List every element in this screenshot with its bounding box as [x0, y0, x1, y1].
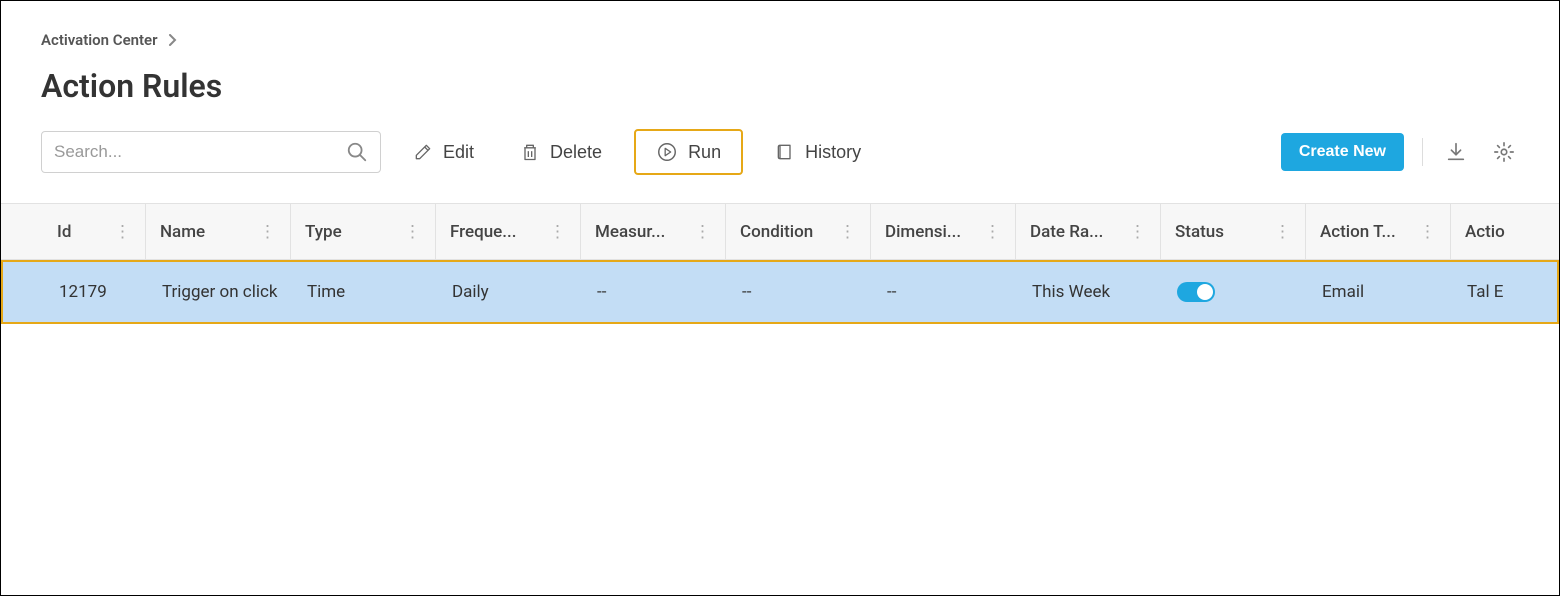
search-box[interactable] [41, 131, 381, 173]
col-header-frequency-label: Freque... [450, 222, 543, 242]
col-header-name[interactable]: Name ⋮ [146, 204, 291, 259]
delete-label: Delete [550, 142, 602, 163]
col-header-action-type[interactable]: Action T... ⋮ [1306, 204, 1451, 259]
breadcrumb-parent[interactable]: Activation Center [41, 31, 158, 49]
col-header-status-label: Status [1175, 222, 1268, 242]
column-menu-icon[interactable]: ⋮ [259, 222, 276, 242]
col-header-action-label: Actio [1465, 222, 1537, 242]
column-menu-icon[interactable]: ⋮ [1274, 222, 1291, 242]
column-menu-icon[interactable]: ⋮ [1129, 222, 1146, 242]
cell-id: 12179 [3, 262, 148, 322]
run-button[interactable]: Run [634, 129, 743, 175]
col-header-dimension[interactable]: Dimensi... ⋮ [871, 204, 1016, 259]
rules-table: Id ⋮ Name ⋮ Type ⋮ Freque... ⋮ Measur... ⋮ Co… [1, 203, 1559, 324]
column-menu-icon[interactable]: ⋮ [839, 222, 856, 242]
col-header-id-label: Id [57, 222, 108, 242]
search-icon [346, 141, 368, 163]
run-label: Run [688, 142, 721, 163]
cell-type: Time [293, 262, 438, 322]
play-circle-icon [656, 141, 678, 163]
column-menu-icon[interactable]: ⋮ [694, 222, 711, 242]
column-menu-icon[interactable]: ⋮ [404, 222, 421, 242]
history-label: History [805, 142, 861, 163]
col-header-dimension-label: Dimensi... [885, 222, 978, 242]
col-header-condition-label: Condition [740, 222, 833, 242]
col-header-status[interactable]: Status ⋮ [1161, 204, 1306, 259]
col-header-action-type-label: Action T... [1320, 222, 1413, 242]
search-input[interactable] [54, 142, 346, 162]
cell-dimension: -- [873, 262, 1018, 322]
cell-status [1163, 262, 1308, 322]
column-menu-icon[interactable]: ⋮ [549, 222, 566, 242]
download-icon[interactable] [1441, 137, 1471, 167]
pencil-icon [413, 142, 433, 162]
col-header-date-range-label: Date Ra... [1030, 222, 1123, 242]
col-header-measure[interactable]: Measur... ⋮ [581, 204, 726, 259]
cell-measure: -- [583, 262, 728, 322]
col-header-condition[interactable]: Condition ⋮ [726, 204, 871, 259]
status-toggle[interactable] [1177, 282, 1215, 302]
gear-icon[interactable] [1489, 137, 1519, 167]
delete-button[interactable]: Delete [506, 135, 616, 169]
col-header-date-range[interactable]: Date Ra... ⋮ [1016, 204, 1161, 259]
col-header-frequency[interactable]: Freque... ⋮ [436, 204, 581, 259]
col-header-type[interactable]: Type ⋮ [291, 204, 436, 259]
column-menu-icon[interactable]: ⋮ [1419, 222, 1436, 242]
col-header-name-label: Name [160, 222, 253, 242]
edit-button[interactable]: Edit [399, 136, 488, 169]
cell-action-type: Email [1308, 262, 1453, 322]
cell-frequency: Daily [438, 262, 583, 322]
cell-date-range: This Week [1018, 262, 1163, 322]
edit-label: Edit [443, 142, 474, 163]
toolbar: Edit Delete Run History Create New [41, 129, 1519, 175]
column-menu-icon[interactable]: ⋮ [984, 222, 1001, 242]
book-icon [775, 141, 795, 163]
trash-icon [520, 141, 540, 163]
column-menu-icon[interactable]: ⋮ [114, 222, 131, 242]
chevron-right-icon [168, 34, 178, 46]
col-header-type-label: Type [305, 222, 398, 242]
col-header-id[interactable]: Id ⋮ [1, 204, 146, 259]
col-header-action[interactable]: Actio [1451, 204, 1551, 259]
col-header-measure-label: Measur... [595, 222, 688, 242]
breadcrumb: Activation Center [41, 31, 1519, 49]
create-new-button[interactable]: Create New [1281, 133, 1404, 171]
cell-condition: -- [728, 262, 873, 322]
page-title: Action Rules [41, 67, 1519, 105]
cell-name: Trigger on click [148, 262, 293, 322]
cell-action: Tal E [1453, 262, 1553, 322]
toolbar-divider [1422, 138, 1423, 166]
history-button[interactable]: History [761, 135, 875, 169]
table-header: Id ⋮ Name ⋮ Type ⋮ Freque... ⋮ Measur... ⋮ Co… [1, 204, 1559, 260]
table-row[interactable]: 12179 Trigger on click Time Daily -- -- … [1, 260, 1559, 324]
